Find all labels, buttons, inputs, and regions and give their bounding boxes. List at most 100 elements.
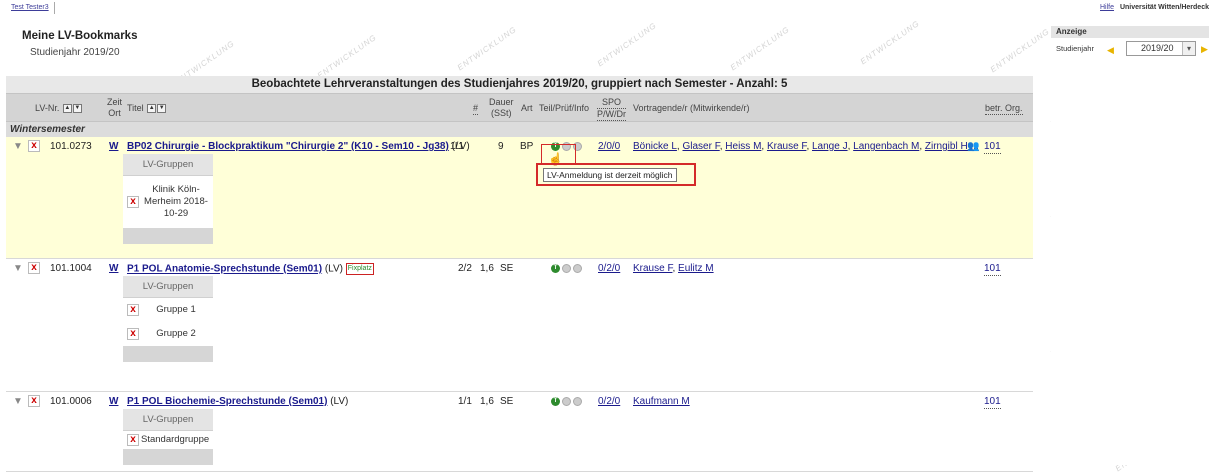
chevron-down-icon[interactable]: ▼ bbox=[13, 141, 23, 153]
lecturer-link[interactable]: Krause F bbox=[633, 263, 672, 274]
people-icon[interactable]: 👥 bbox=[967, 141, 979, 153]
delete-icon[interactable]: x bbox=[127, 304, 139, 316]
delete-icon[interactable]: x bbox=[28, 395, 40, 407]
col-org[interactable]: betr. Org. bbox=[985, 103, 1023, 115]
org-link[interactable]: 101 bbox=[984, 396, 1001, 409]
course-title-link[interactable]: BP02 Chirurgie - Blockpraktikum "Chirurg… bbox=[127, 141, 449, 152]
course-title-link[interactable]: P1 POL Biochemie-Sprechstunde (Sem01) bbox=[127, 396, 327, 407]
course-type-suffix: (LV) bbox=[324, 263, 343, 275]
delete-icon[interactable]: x bbox=[127, 328, 139, 340]
registration-status[interactable]: T bbox=[551, 263, 584, 275]
timetable-link[interactable]: W bbox=[109, 141, 118, 153]
course-count: 2/2 bbox=[458, 263, 472, 274]
lecturer-link[interactable]: Heiss M bbox=[725, 141, 761, 152]
lecturer-link[interactable]: Bönicke L bbox=[633, 141, 677, 152]
table-title: Beobachtete Lehrveranstaltungen des Stud… bbox=[251, 78, 788, 90]
registration-status-icon[interactable]: T bbox=[551, 396, 560, 406]
delete-icon[interactable]: x bbox=[28, 262, 40, 274]
delete-icon[interactable]: x bbox=[127, 434, 139, 446]
delete-icon[interactable]: x bbox=[127, 196, 139, 208]
info-status-icon[interactable] bbox=[573, 263, 582, 273]
panel-heading: Anzeige bbox=[1051, 26, 1209, 38]
org-link[interactable]: 101 bbox=[984, 141, 1001, 154]
col-pwdr-label[interactable]: P/W/Dr bbox=[597, 109, 626, 121]
col-lvnr-label: LV-Nr. bbox=[35, 103, 60, 113]
col-zeit-label: Zeit bbox=[107, 97, 123, 107]
groups-footer bbox=[123, 449, 213, 465]
spo-link[interactable]: 2/0/0 bbox=[598, 141, 620, 153]
col-dauer-label: Dauer bbox=[489, 97, 514, 107]
course-title-link[interactable]: P1 POL Anatomie-Sprechstunde (Sem01) bbox=[127, 264, 322, 275]
timetable-link[interactable]: W bbox=[109, 263, 118, 275]
page-subtitle: Studienjahr 2019/20 bbox=[30, 47, 120, 58]
column-header: LV-Nr. ▲ ▼ Zeit Ort Titel ▲ ▼ # Dauer (SSt… bbox=[6, 93, 1033, 122]
lecturer-link[interactable]: Langenbach M bbox=[853, 141, 919, 152]
col-ort-label: Ort bbox=[108, 108, 121, 118]
course-number: 101.0273 bbox=[50, 141, 92, 152]
timetable-link[interactable]: W bbox=[109, 396, 118, 408]
org-link[interactable]: 101 bbox=[984, 263, 1001, 276]
col-titel: Titel ▲ ▼ bbox=[127, 103, 167, 114]
exam-status-icon[interactable] bbox=[562, 396, 571, 406]
delete-icon[interactable]: x bbox=[28, 140, 40, 152]
page-title: Meine LV-Bookmarks bbox=[22, 30, 138, 42]
course-groups: LV-Gruppen x Klinik Köln-Merheim 2018-10… bbox=[123, 154, 213, 244]
groups-heading: LV-Gruppen bbox=[123, 409, 213, 431]
course-number: 101.1004 bbox=[50, 263, 92, 274]
sort-asc-icon[interactable]: ▲ bbox=[62, 104, 72, 114]
lecturer-link[interactable]: Eulitz M bbox=[678, 263, 714, 274]
user-name-link[interactable]: Test Tester3 bbox=[6, 2, 55, 14]
spo-link[interactable]: 0/2/0 bbox=[598, 263, 620, 275]
delete-bookmark-button[interactable]: x bbox=[28, 395, 40, 407]
col-dauer: Dauer (SSt) bbox=[489, 97, 514, 119]
delete-bookmark-button[interactable]: x bbox=[28, 140, 40, 152]
group-item: x Gruppe 2 bbox=[123, 322, 213, 346]
group-label: Gruppe 2 bbox=[156, 328, 196, 339]
group-label: Standardgruppe bbox=[141, 434, 210, 445]
chevron-down-icon[interactable]: ▾ bbox=[1182, 42, 1195, 55]
lecturer-list: Krause F, Eulitz M bbox=[633, 263, 714, 274]
col-teil: Teil/Prüf/Info bbox=[539, 103, 590, 113]
course-row: ▼ x 101.0273 W BP02 Chirurgie - Blockpra… bbox=[6, 137, 1033, 259]
col-count[interactable]: # bbox=[473, 103, 479, 115]
course-groups: LV-Gruppen x Gruppe 1 x Gruppe 2 bbox=[123, 276, 213, 362]
display-panel: Anzeige Studienjahr ◀ 2019/20 ▾ ▶ bbox=[1051, 26, 1209, 465]
lecturer-link[interactable]: Lange J bbox=[812, 141, 848, 152]
group-item: x Standardgruppe bbox=[123, 431, 213, 449]
next-year-arrow-icon[interactable]: ▶ bbox=[1201, 44, 1208, 55]
chevron-down-icon[interactable]: ▼ bbox=[13, 263, 23, 275]
year-select-value: 2019/20 bbox=[1141, 43, 1174, 53]
course-type: SE bbox=[500, 396, 514, 407]
group-label: Gruppe 1 bbox=[156, 304, 196, 315]
group-item: x Gruppe 1 bbox=[123, 298, 213, 322]
registration-status-icon[interactable]: T bbox=[551, 263, 560, 273]
col-art: Art bbox=[521, 103, 533, 113]
year-select[interactable]: 2019/20 ▾ bbox=[1126, 41, 1196, 56]
col-titel-label: Titel bbox=[127, 103, 144, 113]
delete-bookmark-button[interactable]: x bbox=[28, 262, 40, 274]
col-spo-label[interactable]: SPO bbox=[597, 97, 626, 109]
lecturer-link[interactable]: Kaufmann M bbox=[633, 396, 690, 407]
info-status-icon[interactable] bbox=[573, 396, 582, 406]
spo-link[interactable]: 0/2/0 bbox=[598, 396, 620, 408]
university-name: Universität Witten/Herdeck bbox=[1119, 4, 1209, 11]
groups-footer bbox=[123, 228, 213, 244]
sort-desc-icon[interactable]: ▼ bbox=[72, 104, 82, 114]
course-duration: 1,6 bbox=[480, 263, 494, 274]
course-groups: LV-Gruppen x Standardgruppe bbox=[123, 409, 213, 465]
course-type: BP bbox=[520, 141, 534, 152]
col-lvnr: LV-Nr. ▲ ▼ bbox=[35, 103, 82, 114]
sort-desc-icon[interactable]: ▼ bbox=[157, 104, 167, 114]
lecturer-link[interactable]: Glaser F bbox=[682, 141, 719, 152]
exam-status-icon[interactable] bbox=[562, 263, 571, 273]
year-label: Studienjahr bbox=[1056, 44, 1094, 53]
sort-asc-icon[interactable]: ▲ bbox=[147, 104, 157, 114]
course-row: ▼ x 101.0006 W P1 POL Biochemie-Sprechst… bbox=[6, 392, 1033, 472]
lecturer-link[interactable]: Krause F bbox=[767, 141, 806, 152]
registration-status[interactable]: T bbox=[551, 396, 584, 408]
chevron-down-icon[interactable]: ▼ bbox=[13, 396, 23, 408]
help-link[interactable]: Hilfe bbox=[1100, 4, 1114, 11]
col-sst-label: (SSt) bbox=[491, 108, 512, 118]
previous-year-arrow-icon[interactable]: ◀ bbox=[1107, 45, 1114, 56]
course-count: 1/1 bbox=[458, 396, 472, 407]
